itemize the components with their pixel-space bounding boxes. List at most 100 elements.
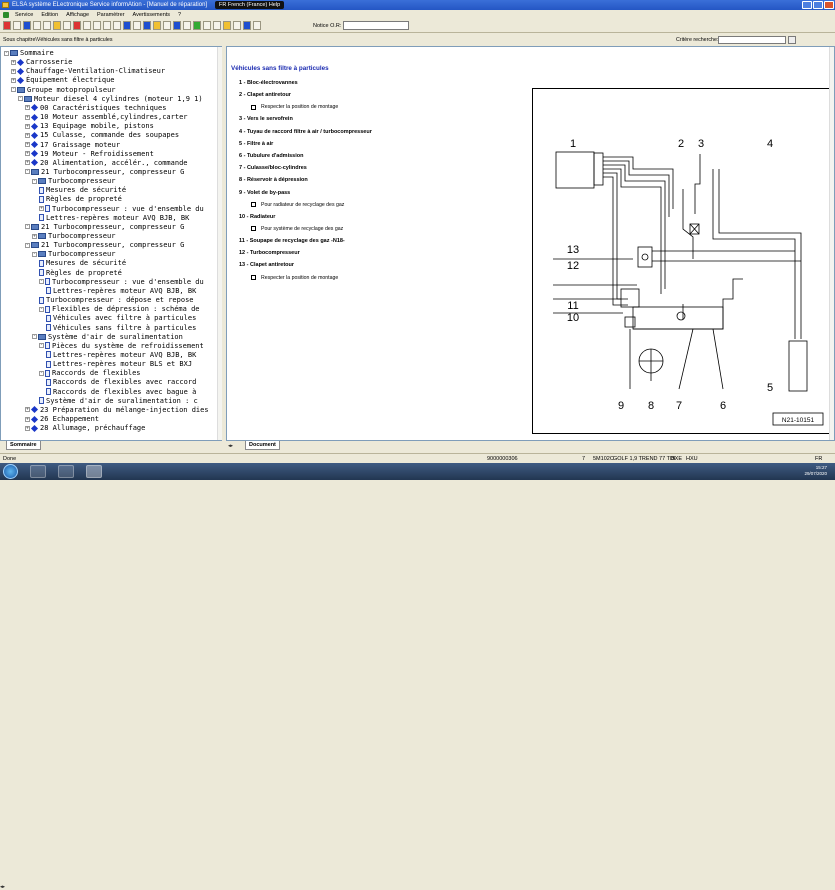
search-dropdown-button[interactable] xyxy=(788,36,796,44)
collapse-icon[interactable]: - xyxy=(32,251,37,257)
tree-item[interactable]: Lettres-repères moteur AVQ BJB, BK xyxy=(46,351,196,361)
tool-icon[interactable] xyxy=(13,21,21,30)
menu-help[interactable]: ? xyxy=(178,12,181,18)
tool-icon[interactable] xyxy=(43,21,51,30)
menu-edition[interactable]: Edition xyxy=(41,12,58,18)
collapse-icon[interactable]: - xyxy=(4,50,9,56)
collapse-icon[interactable]: - xyxy=(32,334,37,340)
start-button[interactable] xyxy=(3,464,18,479)
tool-icon[interactable] xyxy=(133,21,141,30)
tool-icon[interactable] xyxy=(63,21,71,30)
tree-item[interactable]: - Flexibles de dépression : schéma de xyxy=(39,305,200,315)
collapse-icon[interactable]: - xyxy=(32,178,37,184)
language-indicator[interactable]: FR French (France) Help xyxy=(215,1,285,9)
tree-item[interactable]: +10 Moteur assemblé,cylindres,carter xyxy=(25,113,188,123)
tree-item[interactable]: - Raccords de flexibles xyxy=(39,369,141,379)
tool-icon[interactable] xyxy=(253,21,261,30)
tree-item[interactable]: - 21 Turbocompresseur, compresseur G xyxy=(25,241,184,251)
expand-icon[interactable]: + xyxy=(25,142,30,147)
expand-icon[interactable]: + xyxy=(25,105,30,111)
menu-affichage[interactable]: Affichage xyxy=(66,12,89,18)
tree-item[interactable]: - 21 Turbocompresseur, compresseur G xyxy=(25,168,184,178)
tree-item[interactable]: +19 Moteur - Refroidissement xyxy=(25,150,154,160)
tree-item[interactable]: +00 Caractéristiques techniques xyxy=(25,104,166,114)
expand-icon[interactable]: + xyxy=(11,77,16,83)
tab-nav-arrows-right[interactable]: ◂▸ xyxy=(228,443,233,449)
tab-document[interactable]: Document xyxy=(245,441,280,450)
tree-item[interactable]: - Moteur diesel 4 cylindres (moteur 1,9 1… xyxy=(18,95,203,105)
menu-parametrer[interactable]: Paramètrer xyxy=(97,12,125,18)
tree-item[interactable]: Raccords de flexibles avec raccord xyxy=(46,378,196,388)
collapse-icon[interactable]: - xyxy=(39,279,44,285)
tree-scrollbar[interactable] xyxy=(217,47,222,440)
tree-item[interactable]: - Turbocompresseur xyxy=(32,250,115,260)
tree-item[interactable]: +13 Equipage mobile, pistons xyxy=(25,122,154,132)
tool-icon[interactable] xyxy=(123,21,131,30)
maximize-button[interactable] xyxy=(813,1,823,9)
tree-item[interactable]: + Turbocompresseur : vue d'ensemble du xyxy=(39,205,204,215)
tree-item[interactable]: Raccords de flexibles avec bague à xyxy=(46,388,196,398)
previous-page-icon[interactable] xyxy=(93,21,101,30)
tree-item[interactable]: Règles de propreté xyxy=(39,195,122,205)
search-input[interactable] xyxy=(718,36,786,44)
collapse-icon[interactable]: - xyxy=(39,370,44,376)
taskbar-explorer-icon[interactable] xyxy=(58,465,74,478)
tab-sommaire[interactable]: Sommaire xyxy=(6,441,41,450)
tree-item[interactable]: Mesures de sécurité xyxy=(39,259,126,269)
tree-item[interactable]: Système d'air de suralimentation : c xyxy=(39,397,198,407)
expand-icon[interactable]: + xyxy=(25,160,30,166)
tree-item[interactable]: Lettres-repères moteur BLS et BXJ xyxy=(46,360,192,370)
tool-icon[interactable] xyxy=(193,21,201,30)
contents-tree[interactable]: - Sommaire + Carrosserie + Chauffage-Ventilat… xyxy=(0,46,222,441)
tree-item[interactable]: - Turbocompresseur xyxy=(32,177,115,187)
next-page-icon[interactable] xyxy=(103,21,111,30)
tab-nav-arrows[interactable]: ◂▸ xyxy=(0,884,5,890)
collapse-icon[interactable]: - xyxy=(18,96,23,102)
notice-input[interactable] xyxy=(343,21,409,30)
tool-icon[interactable] xyxy=(33,21,41,30)
tool-icon[interactable] xyxy=(173,21,181,30)
tree-item[interactable]: +17 Graissage moteur xyxy=(25,141,120,151)
expand-icon[interactable]: + xyxy=(25,425,30,431)
tool-icon[interactable] xyxy=(53,21,61,30)
taskbar-elsa-icon[interactable] xyxy=(86,465,102,478)
first-page-icon[interactable] xyxy=(83,21,91,30)
collapse-icon[interactable]: - xyxy=(25,242,30,248)
tree-item[interactable]: Turbocompresseur : dépose et repose xyxy=(39,296,194,306)
tool-icon[interactable] xyxy=(163,21,171,30)
collapse-icon[interactable]: - xyxy=(25,169,30,175)
expand-icon[interactable]: + xyxy=(25,151,30,157)
tool-icon[interactable] xyxy=(143,21,151,30)
close-button[interactable] xyxy=(824,1,834,9)
expand-icon[interactable]: + xyxy=(25,416,30,422)
tool-icon[interactable] xyxy=(183,21,191,30)
tool-icon[interactable] xyxy=(23,21,31,30)
tree-item[interactable]: + Carrosserie xyxy=(11,58,72,68)
last-page-icon[interactable] xyxy=(113,21,121,30)
expand-icon[interactable]: + xyxy=(25,123,30,129)
tree-item[interactable]: - Groupe motopropulseur xyxy=(11,86,116,96)
tree-item[interactable]: + Équipement électrique xyxy=(11,76,115,86)
tree-item[interactable]: - Pièces du système de refroidissement xyxy=(39,342,204,352)
tree-item[interactable]: Véhicules avec filtre à particules xyxy=(46,314,196,324)
taskbar-ie-icon[interactable] xyxy=(30,465,46,478)
tool-icon[interactable] xyxy=(233,21,241,30)
expand-icon[interactable]: + xyxy=(25,407,30,413)
clock[interactable]: 15:27 29/07/2020 xyxy=(804,465,827,477)
tool-icon[interactable] xyxy=(73,21,81,30)
expand-icon[interactable]: + xyxy=(25,114,30,120)
expand-icon[interactable]: + xyxy=(11,68,16,74)
tool-icon[interactable] xyxy=(153,21,161,30)
tool-icon[interactable] xyxy=(243,21,251,30)
expand-icon[interactable]: + xyxy=(11,59,16,65)
menu-avertissements[interactable]: Avertissements xyxy=(133,12,171,18)
collapse-icon[interactable]: - xyxy=(39,306,44,312)
document-scrollbar[interactable] xyxy=(829,47,834,440)
menu-service[interactable]: Service xyxy=(15,12,33,18)
tool-icon[interactable] xyxy=(213,21,221,30)
expand-icon[interactable]: + xyxy=(32,233,37,239)
tree-item[interactable]: +26 Echappement xyxy=(25,415,99,425)
tree-item[interactable]: Lettres-repères moteur AVQ BJB, BK xyxy=(46,287,196,297)
tool-icon[interactable] xyxy=(3,21,11,30)
minimize-button[interactable] xyxy=(802,1,812,9)
